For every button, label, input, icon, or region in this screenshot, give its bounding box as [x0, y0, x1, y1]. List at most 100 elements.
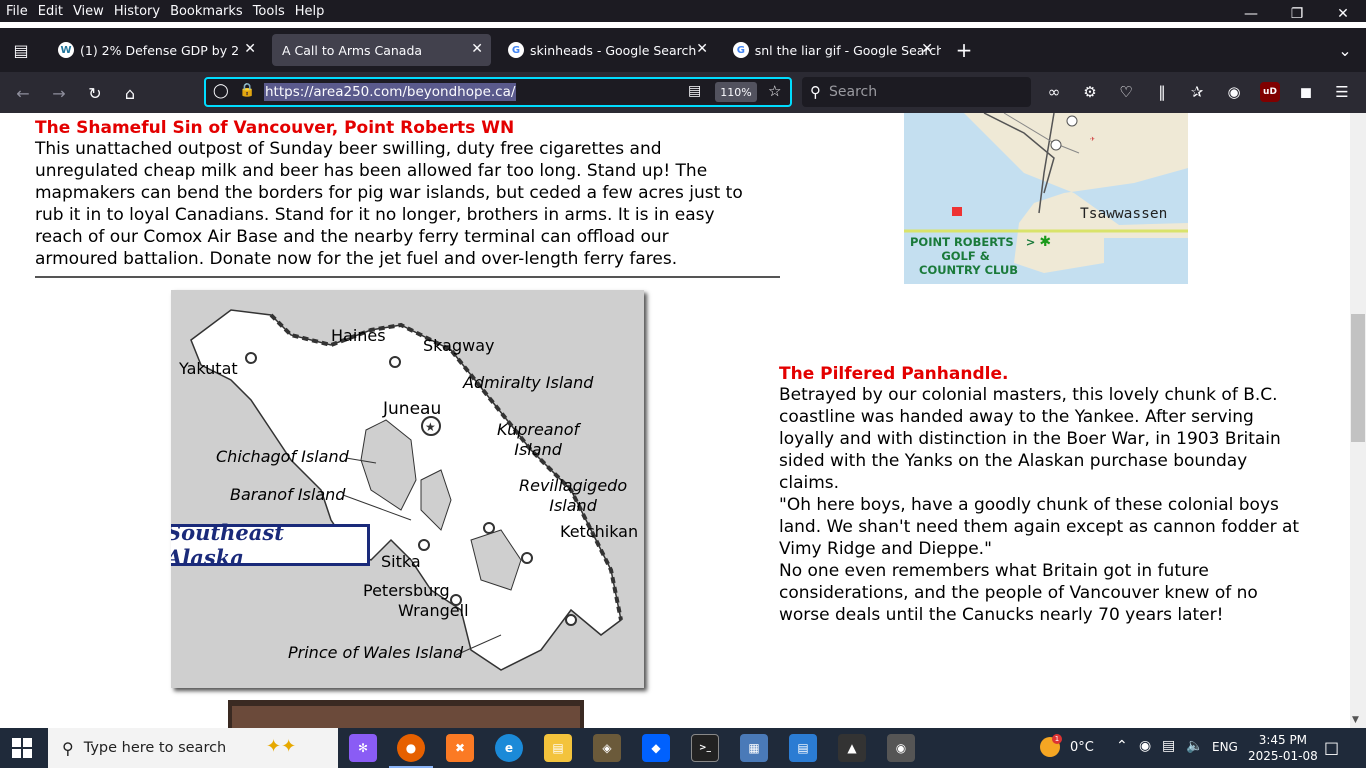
language-indicator[interactable]: ENG: [1212, 740, 1238, 754]
bottom-image-panel: [232, 706, 580, 728]
gimp-icon[interactable]: ◉: [887, 734, 915, 762]
chevron-up-icon[interactable]: ⌃: [1116, 738, 1128, 754]
minimize-icon[interactable]: —: [1228, 0, 1274, 28]
article-line: sided with the Yanks on the Alaskan purc…: [779, 451, 1248, 471]
taskbar-search-placeholder: Type here to search: [83, 740, 227, 756]
scrollbar-thumb[interactable]: [1351, 314, 1365, 442]
calculator-icon[interactable]: ▦: [740, 734, 768, 762]
extension-star-icon[interactable]: ✰: [1187, 82, 1207, 102]
star-icon: ✱: [1039, 234, 1052, 250]
shield-icon[interactable]: ◯: [213, 83, 229, 99]
url-text[interactable]: https://area250.com/beyondhope.ca/: [264, 83, 517, 101]
menu-history[interactable]: History: [109, 4, 165, 19]
hamburger-menu-icon[interactable]: ☰: [1332, 82, 1352, 102]
lock-icon[interactable]: 🔒: [239, 83, 255, 98]
restore-icon[interactable]: ❐: [1274, 0, 1320, 28]
private-mask-icon[interactable]: ∞: [1044, 82, 1064, 102]
weather-badge: 1: [1052, 734, 1062, 744]
reader-view-icon[interactable]: ▤: [688, 83, 701, 99]
scroll-down-icon[interactable]: ▼: [1352, 715, 1359, 725]
document-icon[interactable]: ▤: [789, 734, 817, 762]
taskbar-search[interactable]: ⚲ Type here to search ✦✦: [48, 728, 338, 768]
new-tab-icon[interactable]: +: [951, 37, 977, 63]
article-line: claims.: [779, 473, 840, 493]
tab-skinheads[interactable]: G skinheads - Google Search ✕: [498, 34, 716, 66]
app-icon[interactable]: ◈: [593, 734, 621, 762]
close-tab-icon[interactable]: ✕: [696, 41, 708, 57]
file-explorer-icon[interactable]: ▤: [544, 734, 572, 762]
search-icon: ⚲: [810, 83, 821, 101]
article-heading: The Pilfered Panhandle.: [779, 364, 1009, 384]
menu-view[interactable]: View: [68, 4, 109, 19]
dropbox-icon[interactable]: ◆: [642, 734, 670, 762]
menu-bookmarks[interactable]: Bookmarks: [165, 4, 248, 19]
weather-temp[interactable]: 0°C: [1070, 740, 1094, 755]
xampp-icon[interactable]: ✖: [446, 734, 474, 762]
copilot-icon[interactable]: ✻: [349, 734, 377, 762]
map-place-ketchikan: Ketchikan: [560, 522, 639, 541]
map-arrow: >: [1025, 235, 1036, 249]
app-icon[interactable]: ▲: [838, 734, 866, 762]
firefox-view-icon[interactable]: ▤: [8, 37, 34, 63]
map-place-baranof: Baranof Island: [230, 485, 346, 504]
close-tab-icon[interactable]: ✕: [244, 41, 256, 57]
map-place-juneau: Juneau: [383, 399, 442, 419]
sparkle-icon: ✦✦: [266, 736, 297, 757]
windows-start-icon[interactable]: [12, 738, 32, 758]
volume-icon[interactable]: 🔈: [1186, 738, 1203, 754]
clock-date: 2025-01-08: [1248, 749, 1318, 763]
zoom-level[interactable]: 110%: [715, 82, 757, 102]
ublock-icon[interactable]: uD: [1260, 82, 1280, 102]
close-tab-icon[interactable]: ✕: [471, 41, 483, 57]
record-icon[interactable]: ◉: [1139, 738, 1151, 754]
google-icon: G: [733, 42, 749, 58]
forward-icon[interactable]: →: [46, 80, 72, 106]
home-icon[interactable]: ⌂: [117, 80, 143, 106]
firefox-icon[interactable]: ●: [397, 734, 425, 762]
settings-gear-icon[interactable]: ⚙: [1080, 82, 1100, 102]
bottom-image: [228, 700, 584, 728]
terminal-icon[interactable]: >_: [691, 734, 719, 762]
tab-call-to-arms[interactable]: A Call to Arms Canada ✕: [272, 34, 491, 66]
divider: [35, 276, 780, 278]
map-place-tsawwassen: Tsawwassen: [1080, 206, 1168, 222]
map-place-line: Island: [514, 440, 562, 459]
article-line: unregulated cheap milk and beer has been…: [35, 161, 708, 181]
extensions-puzzle-icon[interactable]: ◼: [1296, 82, 1316, 102]
bookmark-star-icon[interactable]: ☆: [768, 82, 781, 100]
svg-text:✈: ✈: [1090, 136, 1095, 143]
map-place-line: Revillagigedo: [519, 476, 628, 495]
article-line: "Oh here boys, have a goodly chunk of th…: [779, 495, 1279, 515]
url-bar[interactable]: ◯ 🔒 https://area250.com/beyondhope.ca/ ▤…: [204, 77, 792, 107]
back-icon[interactable]: ←: [10, 80, 36, 106]
notifications-icon[interactable]: □: [1324, 738, 1339, 757]
search-box[interactable]: ⚲ Search: [802, 77, 1031, 107]
list-tabs-icon[interactable]: ⌄: [1332, 37, 1358, 63]
map-label-line: GOLF &: [941, 249, 990, 263]
close-tab-icon[interactable]: ✕: [921, 41, 933, 57]
map-place-line: Kupreanof: [497, 420, 580, 439]
article-heading: The Shameful Sin of Vancouver, Point Rob…: [35, 118, 515, 138]
library-icon[interactable]: ‖: [1152, 82, 1172, 102]
southeast-alaska-map: ★ Haines Skagway Yakutat Admiralty Islan…: [171, 290, 644, 688]
menu-file[interactable]: File: [0, 4, 33, 19]
menu-tools[interactable]: Tools: [248, 4, 290, 19]
network-icon[interactable]: ▤: [1162, 738, 1175, 754]
article-line: armoured battalion. Donate now for the j…: [35, 249, 678, 269]
article-panhandle: The Pilfered Panhandle. Betrayed by our …: [779, 364, 1339, 626]
tab-title: snl the liar gif - Google Search: [754, 42, 941, 58]
close-window-icon[interactable]: ✕: [1320, 0, 1366, 28]
tab-title: (1) 2% Defense GDP by 2030 - C: [80, 42, 240, 58]
account-icon[interactable]: ◉: [1224, 82, 1244, 102]
clock[interactable]: 3:45 PM 2025-01-08: [1248, 732, 1318, 764]
reload-icon[interactable]: ↻: [82, 80, 108, 106]
tab-title: A Call to Arms Canada: [282, 42, 423, 58]
tab-defense-gdp[interactable]: W (1) 2% Defense GDP by 2030 - C ✕: [48, 34, 264, 66]
search-icon: ⚲: [62, 738, 74, 758]
tab-title: skinheads - Google Search: [530, 42, 697, 58]
menu-help[interactable]: Help: [290, 4, 330, 19]
pocket-icon[interactable]: ♡: [1116, 82, 1136, 102]
tab-snl-liar[interactable]: G snl the liar gif - Google Search ✕: [723, 34, 941, 66]
edge-icon[interactable]: e: [495, 734, 523, 762]
menu-edit[interactable]: Edit: [33, 4, 68, 19]
